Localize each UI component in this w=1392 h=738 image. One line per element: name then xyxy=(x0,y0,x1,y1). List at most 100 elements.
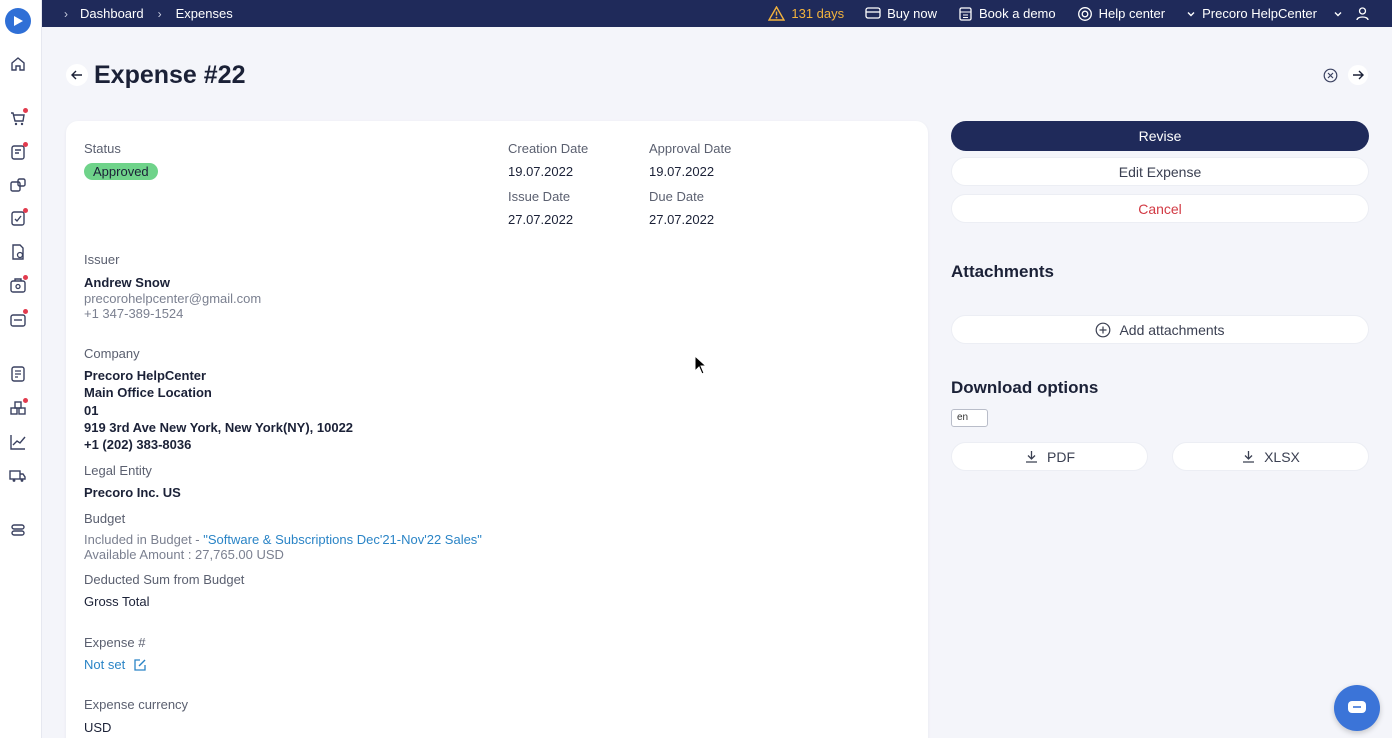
back-button[interactable] xyxy=(66,64,88,86)
revise-button[interactable]: Revise xyxy=(951,121,1369,151)
approval-date-value: 19.07.2022 xyxy=(649,164,715,179)
deducted-sum-value: Gross Total xyxy=(84,594,150,609)
expense-icon[interactable] xyxy=(8,275,28,295)
book-demo-label: Book a demo xyxy=(979,6,1056,21)
due-date-value: 27.07.2022 xyxy=(649,212,715,227)
download-icon xyxy=(1026,451,1037,463)
close-button[interactable] xyxy=(1320,65,1340,85)
expense-number-edit[interactable]: Not set xyxy=(84,657,147,672)
top-bar: › Dashboard › Expenses 131 days Buy now … xyxy=(42,0,1392,27)
chevron-right-icon: › xyxy=(157,6,162,21)
supplier-truck-icon[interactable] xyxy=(8,465,28,485)
budget-available-amount: Available Amount : 27,765.00 USD xyxy=(84,547,284,562)
trial-days-indicator[interactable]: 131 days xyxy=(768,6,844,21)
creation-date-label: Creation Date xyxy=(508,141,589,156)
top-bar-actions: 131 days Buy now Book a demo Help center… xyxy=(768,0,1392,27)
user-icon xyxy=(1356,7,1369,21)
plus-circle-icon xyxy=(1096,322,1111,337)
budget-icon[interactable] xyxy=(8,364,28,384)
issue-date-label: Issue Date xyxy=(508,189,571,204)
deducted-sum-label: Deducted Sum from Budget xyxy=(84,572,245,587)
cancel-button[interactable]: Cancel xyxy=(951,194,1369,223)
precoro-logo[interactable] xyxy=(5,8,31,34)
notification-dot xyxy=(23,108,28,113)
arrow-right-icon xyxy=(1353,70,1364,80)
currency-label: Expense currency xyxy=(84,697,189,712)
status-label: Status xyxy=(84,141,121,156)
lifebuoy-icon xyxy=(1077,6,1092,21)
attachments-title: Attachments xyxy=(951,262,1054,281)
mouse-cursor xyxy=(694,354,708,378)
company-switcher[interactable]: Precoro HelpCenter xyxy=(1186,6,1317,21)
help-center-label: Help center xyxy=(1098,6,1166,21)
company-name: Precoro HelpCenter xyxy=(1202,6,1317,21)
company-phone: +1 (202) 383-8036 xyxy=(84,437,192,452)
payment-icon[interactable] xyxy=(8,309,28,329)
approval-date-label: Approval Date xyxy=(649,141,732,156)
issuer-label: Issuer xyxy=(84,252,120,267)
edit-expense-button[interactable]: Edit Expense xyxy=(951,157,1369,186)
calendar-icon xyxy=(959,7,972,21)
add-attachments-button[interactable]: Add attachments xyxy=(951,315,1369,344)
edit-icon xyxy=(134,658,146,671)
chevron-down-icon xyxy=(1187,11,1195,16)
buy-now-label: Buy now xyxy=(887,6,938,21)
buy-now-link[interactable]: Buy now xyxy=(865,6,937,21)
notification-dot xyxy=(23,208,28,213)
settings-stack-icon[interactable] xyxy=(8,520,28,540)
due-date-label: Due Date xyxy=(649,189,704,204)
help-center-link[interactable]: Help center xyxy=(1077,6,1165,22)
invoice-icon[interactable] xyxy=(8,242,28,262)
home-icon[interactable] xyxy=(8,54,28,74)
budget-link[interactable]: "Software & Subscriptions Dec'21-Nov'22 … xyxy=(203,532,482,547)
breadcrumb: › Dashboard › Expenses xyxy=(64,6,233,21)
analytics-icon[interactable] xyxy=(8,432,28,452)
download-pdf-button[interactable]: PDF xyxy=(951,442,1148,471)
notification-dot xyxy=(23,398,28,403)
book-demo-link[interactable]: Book a demo xyxy=(958,6,1056,21)
company-code: 01 xyxy=(84,403,99,418)
company-label: Company xyxy=(84,346,140,361)
card-icon xyxy=(865,7,881,19)
inventory-icon[interactable] xyxy=(8,398,28,418)
notification-dot xyxy=(23,142,28,147)
company-address: 919 3rd Ave New York, New York(NY), 1002… xyxy=(84,420,354,435)
breadcrumb-dashboard[interactable]: Dashboard xyxy=(80,6,144,21)
issue-date-value: 27.07.2022 xyxy=(508,212,574,227)
add-attachments-label: Add attachments xyxy=(1119,321,1225,338)
chevron-down-icon xyxy=(1334,11,1342,16)
status-badge: Approved xyxy=(84,163,158,180)
arrow-left-icon xyxy=(71,70,82,80)
legal-entity-label: Legal Entity xyxy=(84,463,152,478)
legal-entity-value: Precoro Inc. US xyxy=(84,485,181,500)
expense-number-label: Expense # xyxy=(84,635,146,650)
purchase-order-icon[interactable] xyxy=(8,142,28,162)
expense-details-card: Status Approved Creation Date 19.07.2022… xyxy=(66,121,928,738)
breadcrumb-expenses[interactable]: Expenses xyxy=(176,6,233,21)
download-icon xyxy=(1243,451,1255,463)
issuer-email: precorohelpcenter@gmail.com xyxy=(84,291,262,306)
company-name: Precoro HelpCenter xyxy=(84,368,207,383)
download-xlsx-label: XLSX xyxy=(1264,448,1300,465)
download-pdf-label: PDF xyxy=(1047,448,1075,465)
next-button[interactable] xyxy=(1348,65,1368,85)
language-select[interactable]: en xyxy=(951,409,988,427)
sidebar xyxy=(0,0,42,738)
download-xlsx-button[interactable]: XLSX xyxy=(1172,442,1369,471)
approval-icon[interactable] xyxy=(8,208,28,228)
chevron-right-icon: › xyxy=(64,6,68,21)
notification-dot xyxy=(23,275,28,280)
issuer-phone: +1 347-389-1524 xyxy=(84,306,184,321)
close-circle-icon xyxy=(1323,68,1337,82)
currency-value: USD xyxy=(84,720,112,735)
notification-dot xyxy=(23,309,28,314)
chat-icon xyxy=(1348,701,1366,713)
budget-included-prefix: Included in Budget - xyxy=(84,532,200,547)
budget-label: Budget xyxy=(84,511,126,526)
budget-included-line: Included in Budget - "Software & Subscri… xyxy=(84,532,482,547)
purchase-requisition-icon[interactable] xyxy=(8,108,28,128)
user-menu[interactable] xyxy=(1333,6,1370,21)
receipt-icon[interactable] xyxy=(8,175,28,195)
chat-widget-button[interactable] xyxy=(1334,685,1380,731)
company-location: Main Office Location xyxy=(84,385,212,400)
